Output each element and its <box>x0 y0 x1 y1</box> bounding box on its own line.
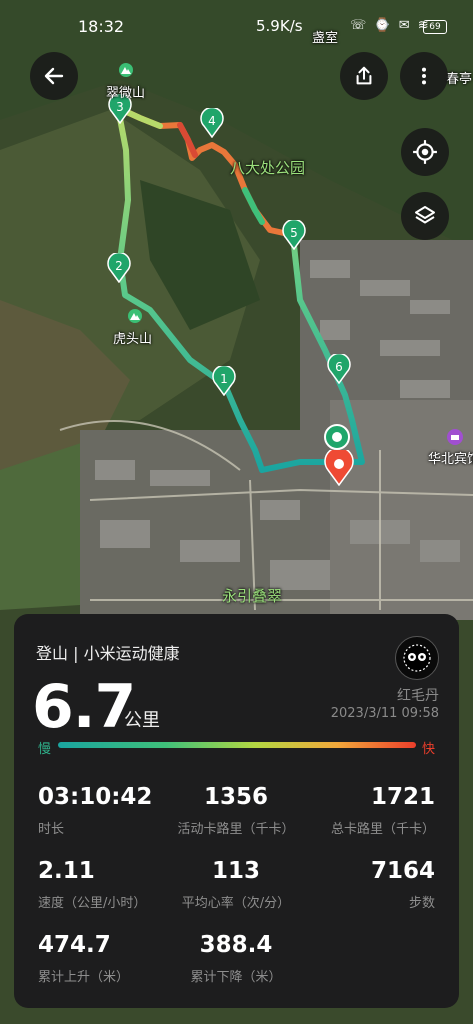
km-marker-label: 5 <box>290 226 298 240</box>
stat-steps: 7164 步数 <box>371 858 435 911</box>
distance-unit: 公里 <box>124 710 160 731</box>
locate-button[interactable] <box>401 128 449 176</box>
battery-icon: 69 <box>423 20 447 34</box>
label-yongyin: 永引叠翠 <box>222 587 283 605</box>
share-icon <box>356 66 372 85</box>
back-button[interactable] <box>30 52 78 100</box>
label-chunting: 春亭 <box>446 72 473 87</box>
crosshair-icon <box>413 140 437 164</box>
km-marker-label: 1 <box>220 372 228 386</box>
status-icons: ☏ ⌚ ✉ ≋ <box>350 18 431 33</box>
speed-gradient-bar <box>58 742 416 748</box>
stat-label: 速度（公里/小时） <box>38 896 147 911</box>
mountain-poi-icon <box>119 63 133 77</box>
stat-speed: 2.11 速度（公里/小时） <box>38 858 146 911</box>
stat-value: 1356 <box>203 784 268 810</box>
stat-label: 活动卡路里（千卡） <box>177 822 295 837</box>
km-marker-label: 2 <box>115 259 123 273</box>
hotel-poi-icon <box>447 429 463 445</box>
stat-total-calories: 1721 总卡路里（千卡） <box>331 784 435 837</box>
km-marker-1[interactable]: 1 <box>212 366 236 396</box>
stat-value: 388.4 <box>199 932 273 958</box>
status-time: 18:32 <box>78 17 125 36</box>
stat-label: 时长 <box>38 822 65 837</box>
layers-button[interactable] <box>401 192 449 240</box>
more-vertical-icon <box>421 67 427 85</box>
stat-value: 113 <box>211 858 260 884</box>
distance-value: 6.7 <box>32 672 136 742</box>
label-cuiwei: 翠微山 <box>106 86 146 101</box>
km-marker-5[interactable]: 5 <box>282 220 306 250</box>
stat-value: 7164 <box>370 858 435 884</box>
stat-value: 1721 <box>370 784 435 810</box>
km-marker-4[interactable]: 4 <box>200 108 224 138</box>
activity-title: 登山 | 小米运动健康 <box>36 644 180 663</box>
label-huabei: 华北宾馆 <box>428 452 473 467</box>
stat-value: 03:10:42 <box>38 784 153 810</box>
label-hutou: 虎头山 <box>113 332 153 347</box>
km-marker-6[interactable]: 6 <box>327 354 351 384</box>
speed-fast-label: 快 <box>421 742 435 757</box>
speed-slow-label: 慢 <box>38 742 52 757</box>
share-button[interactable] <box>340 52 388 100</box>
network-speed: 5.9K/s <box>256 17 303 35</box>
mountain-poi-icon <box>128 309 142 323</box>
stat-value: 2.11 <box>38 858 95 884</box>
stat-descent: 388.4 累计下降（米） <box>166 932 306 985</box>
stat-label: 累计下降（米） <box>190 970 282 985</box>
soot-sprite-avatar-icon <box>403 644 431 672</box>
end-marker[interactable] <box>322 450 356 486</box>
activity-summary-card: 登山 | 小米运动健康 6.7 公里 红毛丹 2023/3/11 09:58 慢… <box>14 614 459 1008</box>
avatar[interactable] <box>395 636 439 680</box>
more-button[interactable] <box>400 52 448 100</box>
arrow-left-icon <box>44 67 64 85</box>
km-marker-label: 6 <box>335 360 343 374</box>
stat-active-calories: 1356 活动卡路里（千卡） <box>166 784 306 837</box>
stat-ascent: 474.7 累计上升（米） <box>38 932 129 985</box>
status-bar: 18:32 5.9K/s ☏ ⌚ ✉ ≋ 69 <box>0 0 473 52</box>
layers-icon <box>415 206 435 224</box>
stat-duration: 03:10:42 时长 <box>38 784 152 837</box>
stat-label: 总卡路里（千卡） <box>330 822 435 837</box>
km-marker-label: 4 <box>208 114 216 128</box>
stat-label: 步数 <box>408 896 435 911</box>
stat-label: 平均心率（次/分） <box>181 896 291 911</box>
stat-label: 累计上升（米） <box>38 970 130 985</box>
start-marker[interactable] <box>324 424 350 450</box>
km-marker-2[interactable]: 2 <box>107 253 131 283</box>
username: 红毛丹 <box>397 688 439 704</box>
stat-value: 474.7 <box>38 932 111 958</box>
activity-datetime: 2023/3/11 09:58 <box>330 706 439 721</box>
stat-heart-rate: 113 平均心率（次/分） <box>166 858 306 911</box>
km-marker-label: 3 <box>116 100 124 114</box>
label-badachu: 八大处公园 <box>230 159 306 177</box>
